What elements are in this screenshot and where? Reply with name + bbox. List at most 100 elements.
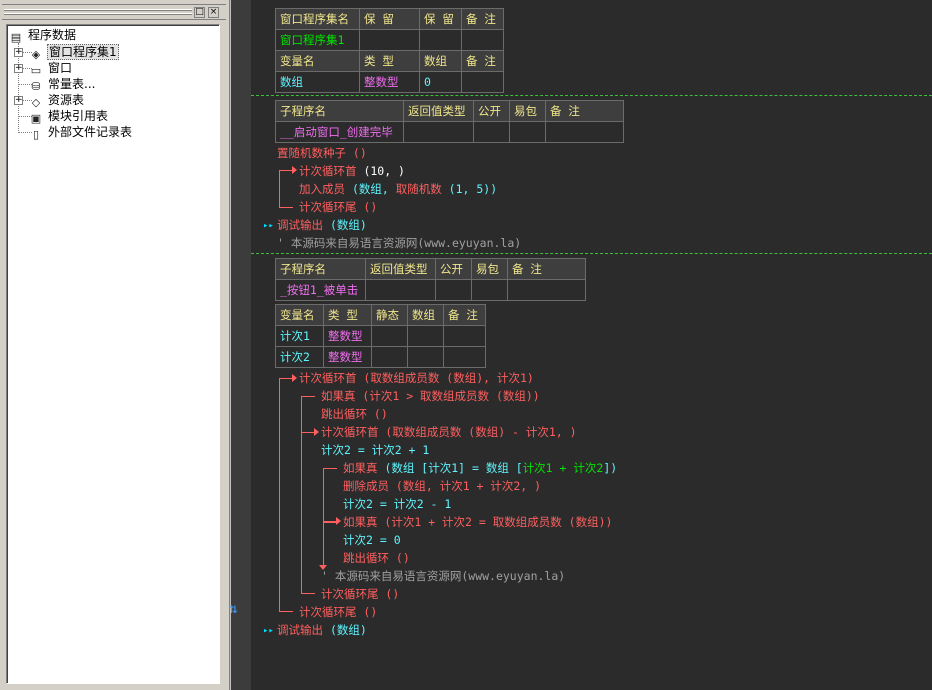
comment-line[interactable]: ' 本源码来自易语言资源网(www.eyuyan.la) xyxy=(321,567,565,585)
table-header: 数组 xyxy=(419,50,462,72)
project-panel: □ × ▤ 程序数据 + ◈ 窗口程序集1 + ▭ 窗口 ⛁ 常量表... + ◇ 资源表… xyxy=(0,0,230,690)
table-cell[interactable] xyxy=(507,279,586,301)
table-cell[interactable] xyxy=(359,29,420,51)
table-header: 子程序名 xyxy=(275,100,404,122)
table-header: 备 注 xyxy=(545,100,624,122)
code-line[interactable]: 计次2 = 计次2 - 1 xyxy=(343,495,451,513)
table-cell[interactable] xyxy=(461,71,504,93)
restore-icon[interactable]: □ xyxy=(194,7,205,18)
table-cell[interactable] xyxy=(443,325,486,347)
code-line[interactable]: 计次循环尾 () xyxy=(299,198,377,216)
code-line[interactable]: 如果真 (计次1 + 计次2 = 取数组成员数 (数组)) xyxy=(343,513,612,531)
var-type-cell[interactable]: 整数型 xyxy=(323,325,372,347)
debug-output-icon: ▸▸ xyxy=(263,626,274,636)
code-line[interactable]: 计次循环首 (取数组成员数 (数组) - 计次1, ) xyxy=(321,423,577,441)
subroutine-table: 子程序名 返回值类型 公开 易包 备 注 __启动窗口_创建完毕 xyxy=(275,100,624,143)
grip-line xyxy=(4,9,192,11)
table-header: 类 型 xyxy=(323,304,372,326)
tree-item-assembly[interactable]: ◈ 窗口程序集1 xyxy=(29,44,119,61)
table-header: 类 型 xyxy=(359,50,420,72)
flow-line xyxy=(323,522,337,523)
code-line[interactable]: 置随机数种子 () xyxy=(277,144,367,162)
code-line[interactable]: 删除成员 (数组, 计次1 + 计次2, ) xyxy=(343,477,541,495)
subroutine-separator xyxy=(251,95,932,96)
flow-line xyxy=(301,432,302,594)
flow-line xyxy=(301,396,315,397)
var-name-cell[interactable]: 数组 xyxy=(275,71,360,93)
table-header: 公开 xyxy=(435,258,472,280)
code-line[interactable]: 计次2 = 0 xyxy=(343,531,401,549)
code-line[interactable]: 如果真 (计次1 > 取数组成员数 (数组)) xyxy=(321,387,540,405)
subroutine-name-cell[interactable]: __启动窗口_创建完毕 xyxy=(275,121,404,143)
assembly-name-cell[interactable]: 窗口程序集1 xyxy=(275,29,360,51)
flow-line xyxy=(323,522,324,566)
panel-title-bar[interactable]: □ × xyxy=(2,4,226,20)
table-cell[interactable] xyxy=(407,325,444,347)
code-line[interactable]: 跳出循环 () xyxy=(321,405,388,423)
tree-item-resources[interactable]: ◇ 资源表 xyxy=(29,92,85,109)
debug-output-icon: ▸▸ xyxy=(263,221,274,231)
loop-marker-icon: ⇅ xyxy=(229,601,238,617)
code-line[interactable]: 计次循环尾 () xyxy=(299,603,377,621)
tree-item-constants[interactable]: ⛁ 常量表... xyxy=(29,76,96,93)
flow-arrow-icon xyxy=(336,517,341,525)
code-line[interactable]: 加入成员 (数组, 取随机数 (1, 5)) xyxy=(299,180,497,198)
table-cell[interactable] xyxy=(371,325,408,347)
table-cell[interactable] xyxy=(365,279,436,301)
var-name-cell[interactable]: 计次1 xyxy=(275,325,324,347)
table-cell[interactable] xyxy=(443,346,486,368)
tree-item-external-files[interactable]: ▯ 外部文件记录表 xyxy=(29,124,133,141)
table-header: 公开 xyxy=(473,100,510,122)
flow-line xyxy=(301,432,315,433)
code-line[interactable]: 计次2 = 计次2 + 1 xyxy=(321,441,429,459)
var-type-cell[interactable]: 整数型 xyxy=(359,71,420,93)
expand-icon[interactable]: + xyxy=(14,48,23,57)
table-cell[interactable] xyxy=(435,279,472,301)
var-name-cell[interactable]: 计次2 xyxy=(275,346,324,368)
code-line[interactable]: 调试输出 (数组) xyxy=(277,216,367,234)
code-line[interactable]: 跳出循环 () xyxy=(343,549,410,567)
table-header: 返回值类型 xyxy=(365,258,436,280)
tree-root[interactable]: ▤ 程序数据 xyxy=(9,27,77,44)
flow-arrow-icon xyxy=(314,428,319,436)
table-cell[interactable] xyxy=(471,279,508,301)
table-cell[interactable] xyxy=(419,29,462,51)
table-cell[interactable] xyxy=(473,121,510,143)
tree-item-modules[interactable]: ▣ 模块引用表 xyxy=(29,108,109,125)
code-line[interactable]: 计次循环尾 () xyxy=(321,585,399,603)
close-icon[interactable]: × xyxy=(208,7,219,18)
table-header: 备 注 xyxy=(507,258,586,280)
table-cell[interactable] xyxy=(509,121,546,143)
flow-line xyxy=(279,378,280,612)
file-icon: ▯ xyxy=(32,128,40,141)
table-cell[interactable] xyxy=(407,346,444,368)
expand-icon[interactable]: + xyxy=(14,96,23,105)
code-line[interactable]: 计次循环首 (取数组成员数 (数组), 计次1) xyxy=(299,369,534,387)
project-tree[interactable]: ▤ 程序数据 + ◈ 窗口程序集1 + ▭ 窗口 ⛁ 常量表... + ◇ 资源表 ▣ 模块… xyxy=(6,24,220,684)
code-line[interactable]: 计次循环首 (10, ) xyxy=(299,162,405,180)
table-cell[interactable] xyxy=(403,121,474,143)
table-header: 变量名 xyxy=(275,304,324,326)
code-line[interactable]: 如果真 (数组 [计次1] = 数组 [计次1 + 计次2]) xyxy=(343,459,617,477)
program-data-icon: ▤ xyxy=(10,31,22,44)
code-editor[interactable]: 窗口程序集名 保 留 保 留 备 注 窗口程序集1 变量名 类 型 数组 备 注… xyxy=(229,0,932,690)
flow-line xyxy=(323,468,324,522)
expand-icon[interactable]: + xyxy=(14,64,23,73)
table-cell[interactable] xyxy=(461,29,504,51)
flow-line xyxy=(279,170,280,208)
table-header: 保 留 xyxy=(419,8,462,30)
tree-item-window[interactable]: ▭ 窗口 xyxy=(29,60,73,77)
table-cell[interactable] xyxy=(371,346,408,368)
var-array-cell[interactable]: 0 xyxy=(419,71,462,93)
editor-gutter xyxy=(231,0,251,690)
flow-line xyxy=(301,593,315,594)
subroutine-name-cell[interactable]: _按钮1_被单击 xyxy=(275,279,366,301)
local-vars-table: 变量名 类 型 静态 数组 备 注 计次1 整数型 计次2 整数型 xyxy=(275,304,486,368)
table-header: 变量名 xyxy=(275,50,360,72)
code-line[interactable]: 调试输出 (数组) xyxy=(277,621,367,639)
table-header: 子程序名 xyxy=(275,258,366,280)
comment-line[interactable]: ' 本源码来自易语言资源网(www.eyuyan.la) xyxy=(277,234,521,252)
flow-line xyxy=(279,207,293,208)
table-cell[interactable] xyxy=(545,121,624,143)
var-type-cell[interactable]: 整数型 xyxy=(323,346,372,368)
